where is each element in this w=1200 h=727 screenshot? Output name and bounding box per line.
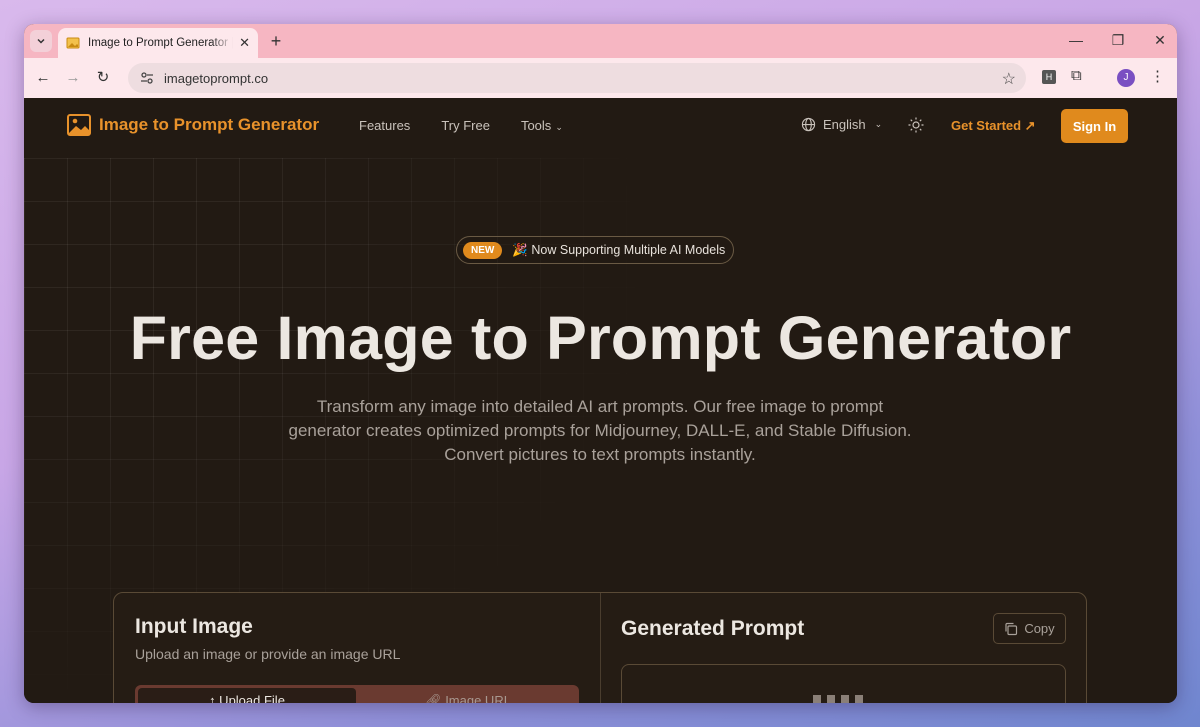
browser-menu-icon[interactable]: ⋮ <box>1150 67 1165 85</box>
brand-logo[interactable]: Image to Prompt Generator <box>67 114 319 136</box>
hero-title: Free Image to Prompt Generator <box>129 304 1072 372</box>
loading-placeholder <box>813 695 863 703</box>
hero-subtitle: Transform any image into detailed AI art… <box>286 395 914 467</box>
url-text: imagetoprompt.co <box>164 70 269 86</box>
generated-prompt-title: Generated Prompt <box>621 617 805 640</box>
close-tab-icon[interactable]: ✕ <box>239 35 250 51</box>
globe-icon <box>801 117 816 132</box>
brand-name: Image to Prompt Generator <box>99 115 320 134</box>
tab-image-url-label: Image URL <box>445 693 511 703</box>
copy-button[interactable]: Copy <box>993 613 1066 644</box>
input-image-subtitle: Upload an image or provide an image URL <box>135 646 401 662</box>
forward-icon[interactable]: → <box>62 67 84 89</box>
nav-features-link[interactable]: Features <box>359 118 410 133</box>
sun-theme-toggle-icon[interactable] <box>908 117 924 133</box>
hero-subtitle-line: Convert pictures to text prompts instant… <box>444 445 756 464</box>
site-settings-icon[interactable] <box>140 71 154 85</box>
tab-strip: Image to Prompt Generator | Turn Images … <box>24 24 1177 58</box>
restore-icon[interactable]: ❐ <box>1111 32 1125 49</box>
nav-try-free-link[interactable]: Try Free <box>441 118 490 133</box>
profile-avatar[interactable]: J <box>1117 69 1135 87</box>
address-bar[interactable]: imagetoprompt.co ☆ <box>128 63 1026 93</box>
sign-in-button[interactable]: Sign In <box>1061 109 1128 143</box>
nav-tools-label: Tools <box>520 118 552 133</box>
copy-label: Copy <box>1024 621 1055 636</box>
copy-icon <box>1005 622 1018 635</box>
image-favicon-icon <box>66 37 80 49</box>
chevron-down-icon: ⌄ <box>555 122 563 132</box>
tab-title: Image to Prompt Generator | Turn Images … <box>88 37 234 49</box>
tab-image-url[interactable]: 🔗︎ Image URL <box>359 688 577 703</box>
reload-icon[interactable]: ↻ <box>92 67 114 89</box>
card-divider <box>600 593 601 703</box>
new-tab-button[interactable]: + <box>266 31 286 52</box>
get-started-link[interactable]: Get Started ↗ <box>951 118 1036 134</box>
input-mode-tabs: ↑ Upload File 🔗︎ Image URL <box>135 685 579 703</box>
minimize-icon[interactable]: — <box>1069 32 1083 49</box>
site-navbar: Image to Prompt Generator Features Try F… <box>24 98 1177 154</box>
close-window-icon[interactable]: ✕ <box>1153 32 1167 49</box>
generated-prompt-output <box>621 664 1066 703</box>
browser-toolbar: ← → ↻ imagetoprompt.co ☆ H ⧉ J ⋮ <box>24 58 1177 98</box>
page-content: Image to Prompt Generator Features Try F… <box>24 98 1177 703</box>
announcement-badge[interactable]: NEW 🎉 Now Supporting Multiple AI Models <box>456 236 735 264</box>
extension-h-icon[interactable]: H <box>1042 70 1056 84</box>
input-image-title: Input Image <box>135 615 253 638</box>
language-label: English <box>823 117 866 132</box>
badge-text: 🎉 Now Supporting Multiple AI Models <box>512 242 726 257</box>
bookmark-star-icon[interactable]: ☆ <box>1002 69 1016 89</box>
new-tag: NEW <box>463 241 503 259</box>
browser-tab[interactable]: Image to Prompt Generator | Turn Images … <box>58 28 258 58</box>
tab-search-button[interactable] <box>30 30 52 52</box>
nav-tools-dropdown[interactable]: Tools ⌄ <box>521 118 563 133</box>
back-icon[interactable]: ← <box>32 67 54 89</box>
generator-card: Input Image Upload an image or provide a… <box>113 592 1087 703</box>
image-logo-icon <box>67 114 91 136</box>
hero-subtitle-line: Transform any image into detailed AI art… <box>288 397 912 440</box>
chevron-down-icon <box>37 38 45 44</box>
chevron-down-icon: ⌄ <box>874 119 883 129</box>
language-selector[interactable]: English ⌄ <box>801 117 882 132</box>
link-icon: 🔗︎ <box>425 693 446 703</box>
tab-upload-file[interactable]: ↑ Upload File <box>138 688 356 703</box>
browser-window: Image to Prompt Generator | Turn Images … <box>24 24 1177 703</box>
extensions-puzzle-icon[interactable]: ⧉ <box>1071 67 1082 84</box>
